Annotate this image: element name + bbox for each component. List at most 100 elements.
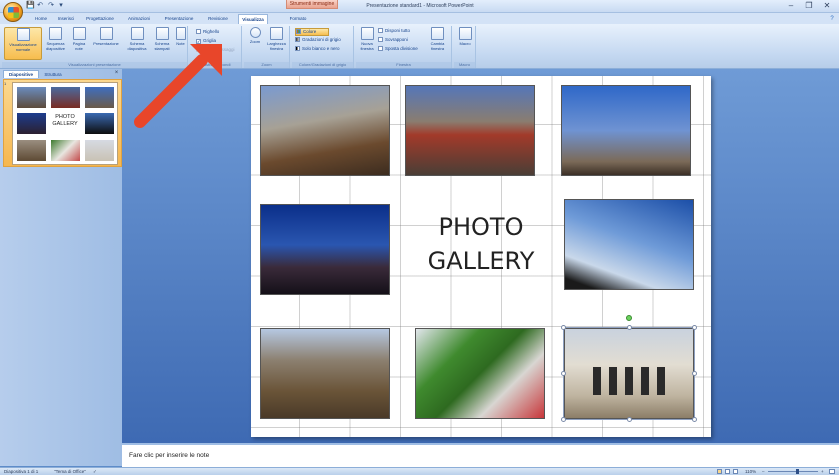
notes-page-button[interactable]: Pagina note — [69, 27, 89, 60]
cascade-icon — [378, 37, 383, 42]
slide-count: Diapositiva 1 di 1 — [4, 469, 39, 474]
close-button[interactable]: ✕ — [819, 1, 835, 11]
tab-animations[interactable]: Animazioni — [121, 15, 157, 23]
save-icon[interactable]: 💾 — [26, 2, 35, 10]
macro-icon — [458, 27, 472, 40]
office-button[interactable] — [3, 2, 23, 22]
group-label: Colore/Gradazioni di grigio — [292, 62, 353, 68]
resize-handle[interactable] — [692, 417, 697, 422]
resize-handle[interactable] — [692, 325, 697, 330]
slideshow-status-icon[interactable] — [733, 469, 738, 474]
sorter-view-status-icon[interactable] — [725, 469, 730, 474]
tab-design[interactable]: Progettazione — [80, 15, 120, 23]
maximize-button[interactable]: ❐ — [801, 1, 817, 11]
slide-number: 1 — [4, 81, 7, 86]
notes-pane[interactable]: Fare clic per inserire le note — [122, 443, 839, 467]
resize-handle[interactable] — [627, 325, 632, 330]
cascade-button[interactable]: Sovrapponi — [378, 37, 408, 43]
photo-dry-reeds[interactable] — [260, 328, 390, 419]
slide-thumbnail[interactable]: PHOTO GALLERY — [12, 82, 118, 165]
zoom-level[interactable]: 110% — [745, 468, 756, 475]
resize-handle[interactable] — [692, 371, 697, 376]
normal-view-icon — [16, 28, 30, 41]
redo-icon[interactable]: ↷ — [47, 2, 55, 10]
checkbox-icon — [196, 29, 201, 34]
tab-insert[interactable]: Inserisci — [54, 15, 78, 23]
color-button[interactable]: Colore — [295, 28, 329, 36]
office-logo-icon — [7, 6, 19, 18]
resize-handle[interactable] — [561, 371, 566, 376]
photo-leaves[interactable] — [415, 328, 545, 419]
fit-window-icon — [270, 27, 283, 40]
macro-button[interactable]: Macro — [456, 27, 474, 60]
photo-red-truck[interactable] — [405, 85, 535, 176]
switch-windows-button[interactable]: Cambia finestra — [424, 27, 451, 60]
move-split-button[interactable]: Sposta divisione — [378, 46, 418, 52]
slide-sorter-icon — [49, 27, 62, 40]
thumb-title: PHOTO GALLERY — [52, 114, 78, 127]
photo-night-street[interactable] — [260, 204, 390, 295]
close-pane-icon[interactable]: × — [113, 70, 120, 77]
minimize-button[interactable]: – — [783, 1, 799, 11]
notes-placeholder: Fare clic per inserire le note — [129, 452, 210, 459]
fit-slide-icon[interactable] — [829, 469, 835, 474]
building-windows — [593, 367, 667, 395]
customize-qat-icon[interactable]: ▾ — [57, 2, 65, 10]
pure-black-white-button[interactable]: Solo bianco e nero — [295, 46, 340, 52]
tab-view[interactable]: Visualizza — [238, 14, 268, 24]
ruler-checkbox[interactable]: Righello — [196, 29, 219, 35]
thumb-photo — [17, 113, 46, 134]
tab-slides[interactable]: Diapositive — [3, 70, 39, 78]
undo-icon[interactable]: ↶ — [36, 2, 44, 10]
notes-page-icon — [72, 27, 86, 40]
thumb-photo — [85, 140, 114, 161]
new-window-button[interactable]: Nuova finestra — [357, 27, 377, 60]
resize-handle[interactable] — [561, 417, 566, 422]
tab-home[interactable]: Home — [28, 15, 54, 23]
tab-outline[interactable]: Struttura — [40, 71, 66, 78]
photo-industrial-structure[interactable] — [260, 85, 390, 176]
arrange-all-button[interactable]: Disponi tutto — [378, 28, 410, 34]
theme-name: "Tema di Office" — [54, 469, 86, 474]
arrange-all-icon — [378, 28, 383, 33]
photo-water-tower[interactable] — [561, 85, 691, 176]
zoom-button[interactable]: Zoom — [247, 27, 263, 60]
resize-handle[interactable] — [627, 417, 632, 422]
grayscale-icon — [295, 37, 300, 42]
zoom-out-icon[interactable]: – — [762, 468, 765, 475]
new-window-icon — [360, 27, 374, 40]
context-tab-picture-tools: Strumenti immagine — [286, 0, 338, 9]
group-label: Zoom — [244, 62, 289, 68]
slide-master-icon — [130, 27, 144, 40]
thumb-photo — [17, 140, 46, 161]
annotation-arrow-icon — [134, 44, 222, 128]
thumb-photo — [85, 87, 114, 108]
zoom-slider[interactable] — [768, 471, 818, 472]
zoom-in-icon[interactable]: + — [821, 468, 824, 475]
grayscale-button[interactable]: Gradazioni di grigio — [295, 37, 341, 43]
normal-view-status-icon[interactable] — [717, 469, 722, 474]
resize-handle[interactable] — [561, 325, 566, 330]
handout-master-icon — [155, 27, 169, 40]
rotation-handle[interactable] — [626, 315, 632, 321]
slideshow-icon — [99, 27, 113, 40]
photo-building-selected[interactable] — [563, 327, 695, 420]
normal-view-button[interactable]: Visualizzazione normale — [4, 27, 42, 60]
help-icon[interactable]: ? — [828, 15, 836, 23]
notes-master-icon — [175, 27, 186, 40]
photo-sky-silhouette[interactable] — [564, 199, 694, 290]
slideshow-button[interactable]: Presentazione — [90, 27, 122, 60]
fit-to-window-button[interactable]: Larghezza finestra — [264, 27, 289, 60]
tab-review[interactable]: Revisione — [202, 15, 234, 23]
zoom-slider-thumb[interactable] — [796, 469, 799, 474]
thumb-photo — [85, 113, 114, 134]
black-white-icon — [295, 46, 300, 51]
slide-title[interactable]: PHOTO GALLERY — [421, 210, 541, 278]
slide-sorter-button[interactable]: Sequenza diapositive — [43, 27, 68, 60]
slide[interactable]: PHOTO GALLERY — [251, 76, 711, 437]
tab-slideshow[interactable]: Presentazione — [159, 15, 199, 23]
tab-format[interactable]: Formato — [285, 15, 311, 23]
color-swatch-icon — [296, 29, 301, 34]
thumb-photo — [51, 87, 80, 108]
spellcheck-icon[interactable]: ✓ — [93, 468, 97, 475]
